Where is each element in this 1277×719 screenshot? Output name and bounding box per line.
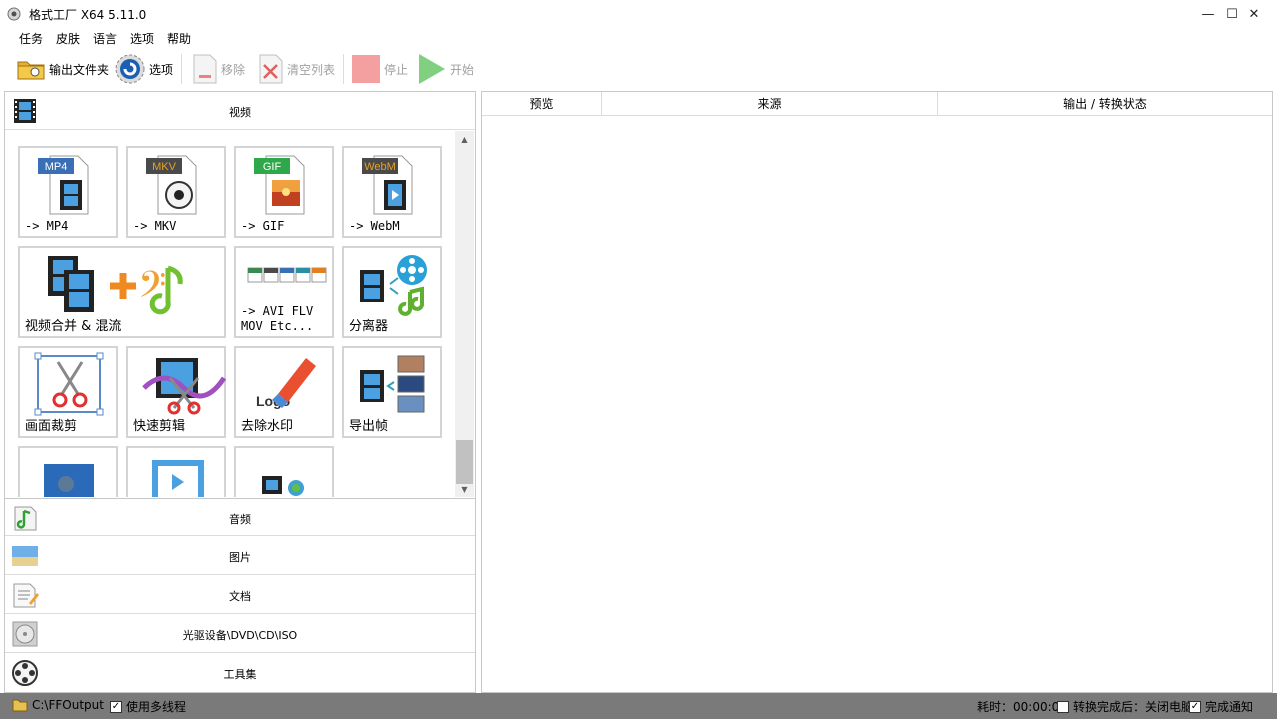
format-strip-icon xyxy=(247,267,327,283)
tile-to-avi-flv-mov[interactable]: -> AVI FLV MOV Etc... xyxy=(234,246,334,338)
window-title: 格式工厂 X64 5.11.0 xyxy=(29,8,147,22)
clear-list-icon xyxy=(259,54,283,84)
category-tools[interactable]: 工具集 xyxy=(5,654,475,692)
column-preview[interactable]: 预览 xyxy=(482,92,602,116)
task-list[interactable]: 预览 来源 输出 / 转换状态 xyxy=(481,91,1273,693)
toolbar-separator xyxy=(181,54,182,84)
gif-file-icon: GIF xyxy=(254,155,305,215)
stop-icon xyxy=(352,55,380,83)
remove-button[interactable]: 移除 xyxy=(192,52,245,86)
menu-language[interactable]: 语言 xyxy=(93,30,117,47)
svg-text:MKV: MKV xyxy=(152,161,177,173)
tile-crop[interactable]: 画面裁剪 xyxy=(18,346,118,438)
video-tools-grid: MP4 -> MP4 MKV -> MKV GIF -> GIF WebM ->… xyxy=(5,131,454,497)
category-audio[interactable]: 音频 xyxy=(5,498,475,536)
tile-video-download[interactable] xyxy=(234,446,334,497)
folder-icon xyxy=(12,699,28,712)
menu-bar: 任务 皮肤 语言 选项 帮助 xyxy=(0,28,1277,48)
scroll-down-arrow-icon[interactable]: ▼ xyxy=(455,481,474,497)
play-icon xyxy=(419,54,445,84)
category-panel: 视频 MP4 -> MP4 MKV -> MKV GIF -> GIF WebM… xyxy=(4,91,476,693)
tile-scrollbar[interactable]: ▲ ▼ xyxy=(455,131,474,497)
checkbox-unchecked-icon xyxy=(1057,700,1069,713)
tile-label: 画面裁剪 xyxy=(25,419,78,434)
column-output-status[interactable]: 输出 / 转换状态 xyxy=(938,92,1272,116)
options-button[interactable]: 选项 xyxy=(114,52,173,86)
stop-button[interactable]: 停止 xyxy=(351,52,408,86)
video-player-icon xyxy=(152,460,204,497)
column-source[interactable]: 来源 xyxy=(602,92,938,116)
status-bar: C:\FFOutput ✓ 使用多线程 耗时：00:00:00 转换完成后：关闭… xyxy=(0,693,1277,719)
tile-label: 视频合并 & 混流 xyxy=(25,319,122,334)
category-disc[interactable]: 光驱设备\DVD\CD\ISO xyxy=(5,615,475,653)
scroll-thumb[interactable] xyxy=(456,440,473,484)
category-document[interactable]: 文档 xyxy=(5,576,475,614)
tile-label: -> WebM xyxy=(349,219,400,233)
tile-splitter[interactable]: 分离器 xyxy=(342,246,442,338)
svg-text:WebM: WebM xyxy=(364,161,396,173)
tile-to-mp4[interactable]: MP4 -> MP4 xyxy=(18,146,118,238)
tile-label: -> AVI FLV MOV Etc... xyxy=(241,304,314,333)
merge-film-music-icon: 𝄢 xyxy=(48,256,183,315)
export-frames-icon xyxy=(360,355,425,413)
checkbox-checked-icon: ✓ xyxy=(110,700,122,713)
menu-task[interactable]: 任务 xyxy=(19,30,43,47)
tile-to-gif[interactable]: GIF -> GIF xyxy=(234,146,334,238)
webm-file-icon: WebM xyxy=(362,155,413,215)
category-video[interactable]: 视频 xyxy=(5,92,475,130)
clear-list-button[interactable]: 清空列表 xyxy=(258,52,335,86)
output-folder-button[interactable]: 输出文件夹 xyxy=(16,52,109,86)
film-globe-icon xyxy=(262,476,304,496)
close-button[interactable]: ✕ xyxy=(1231,0,1277,28)
tile-to-webm[interactable]: WebM -> WebM xyxy=(342,146,442,238)
menu-skin[interactable]: 皮肤 xyxy=(56,30,80,47)
menu-help[interactable]: 帮助 xyxy=(167,30,191,47)
app-logo-icon xyxy=(7,7,21,21)
elapsed-time: 耗时：00:00:00 xyxy=(977,700,1067,714)
tile-label: 分离器 xyxy=(349,319,389,334)
svg-text:GIF: GIF xyxy=(263,161,282,173)
tile-merge-mux[interactable]: 𝄢 视频合并 & 混流 xyxy=(18,246,226,338)
tile-quick-cut[interactable]: 快速剪辑 xyxy=(126,346,227,438)
notify-checkbox[interactable]: ✓ 完成通知 xyxy=(1189,698,1253,715)
tile-label: -> MKV xyxy=(133,219,177,233)
tile-export-frames[interactable]: 导出帧 xyxy=(342,346,442,438)
checkbox-checked-icon: ✓ xyxy=(1189,700,1201,713)
category-image[interactable]: 图片 xyxy=(5,537,475,575)
toolbar: 输出文件夹 选项 移除 清空列表 停止 开始 xyxy=(0,48,1277,90)
menu-options[interactable]: 选项 xyxy=(130,30,154,47)
mkv-file-icon: MKV xyxy=(146,155,197,215)
tile-remove-watermark[interactable]: Logo 去除水印 xyxy=(234,346,334,438)
tile-to-mkv[interactable]: MKV -> MKV xyxy=(126,146,226,238)
mp4-file-icon: MP4 xyxy=(38,155,89,215)
title-bar: 格式工厂 X64 5.11.0 — ☐ ✕ xyxy=(0,0,1277,28)
camera-icon xyxy=(44,464,94,497)
tile-label: 快速剪辑 xyxy=(133,419,186,434)
splitter-icon xyxy=(360,255,427,316)
crop-scissors-icon xyxy=(34,352,104,416)
toolbar-separator xyxy=(343,54,344,84)
tile-label: 导出帧 xyxy=(349,419,389,434)
eraser-icon: Logo xyxy=(256,358,316,409)
tile-video-player[interactable] xyxy=(126,446,226,497)
output-path[interactable]: C:\FFOutput xyxy=(12,698,104,712)
start-button[interactable]: 开始 xyxy=(417,52,474,86)
quick-cut-icon xyxy=(142,358,227,415)
folder-icon xyxy=(17,61,45,80)
scroll-up-arrow-icon[interactable]: ▲ xyxy=(455,131,474,147)
svg-text:MP4: MP4 xyxy=(45,161,68,173)
remove-doc-icon xyxy=(193,54,217,84)
tile-label: -> GIF xyxy=(241,219,285,233)
tile-screen-record[interactable] xyxy=(18,446,118,497)
tile-label: 去除水印 xyxy=(241,419,294,434)
tile-label: -> MP4 xyxy=(25,219,69,233)
gear-icon xyxy=(115,54,145,84)
multithread-checkbox[interactable]: ✓ 使用多线程 xyxy=(110,698,186,715)
shutdown-after-checkbox[interactable]: 转换完成后：关闭电脑 xyxy=(1057,698,1193,715)
